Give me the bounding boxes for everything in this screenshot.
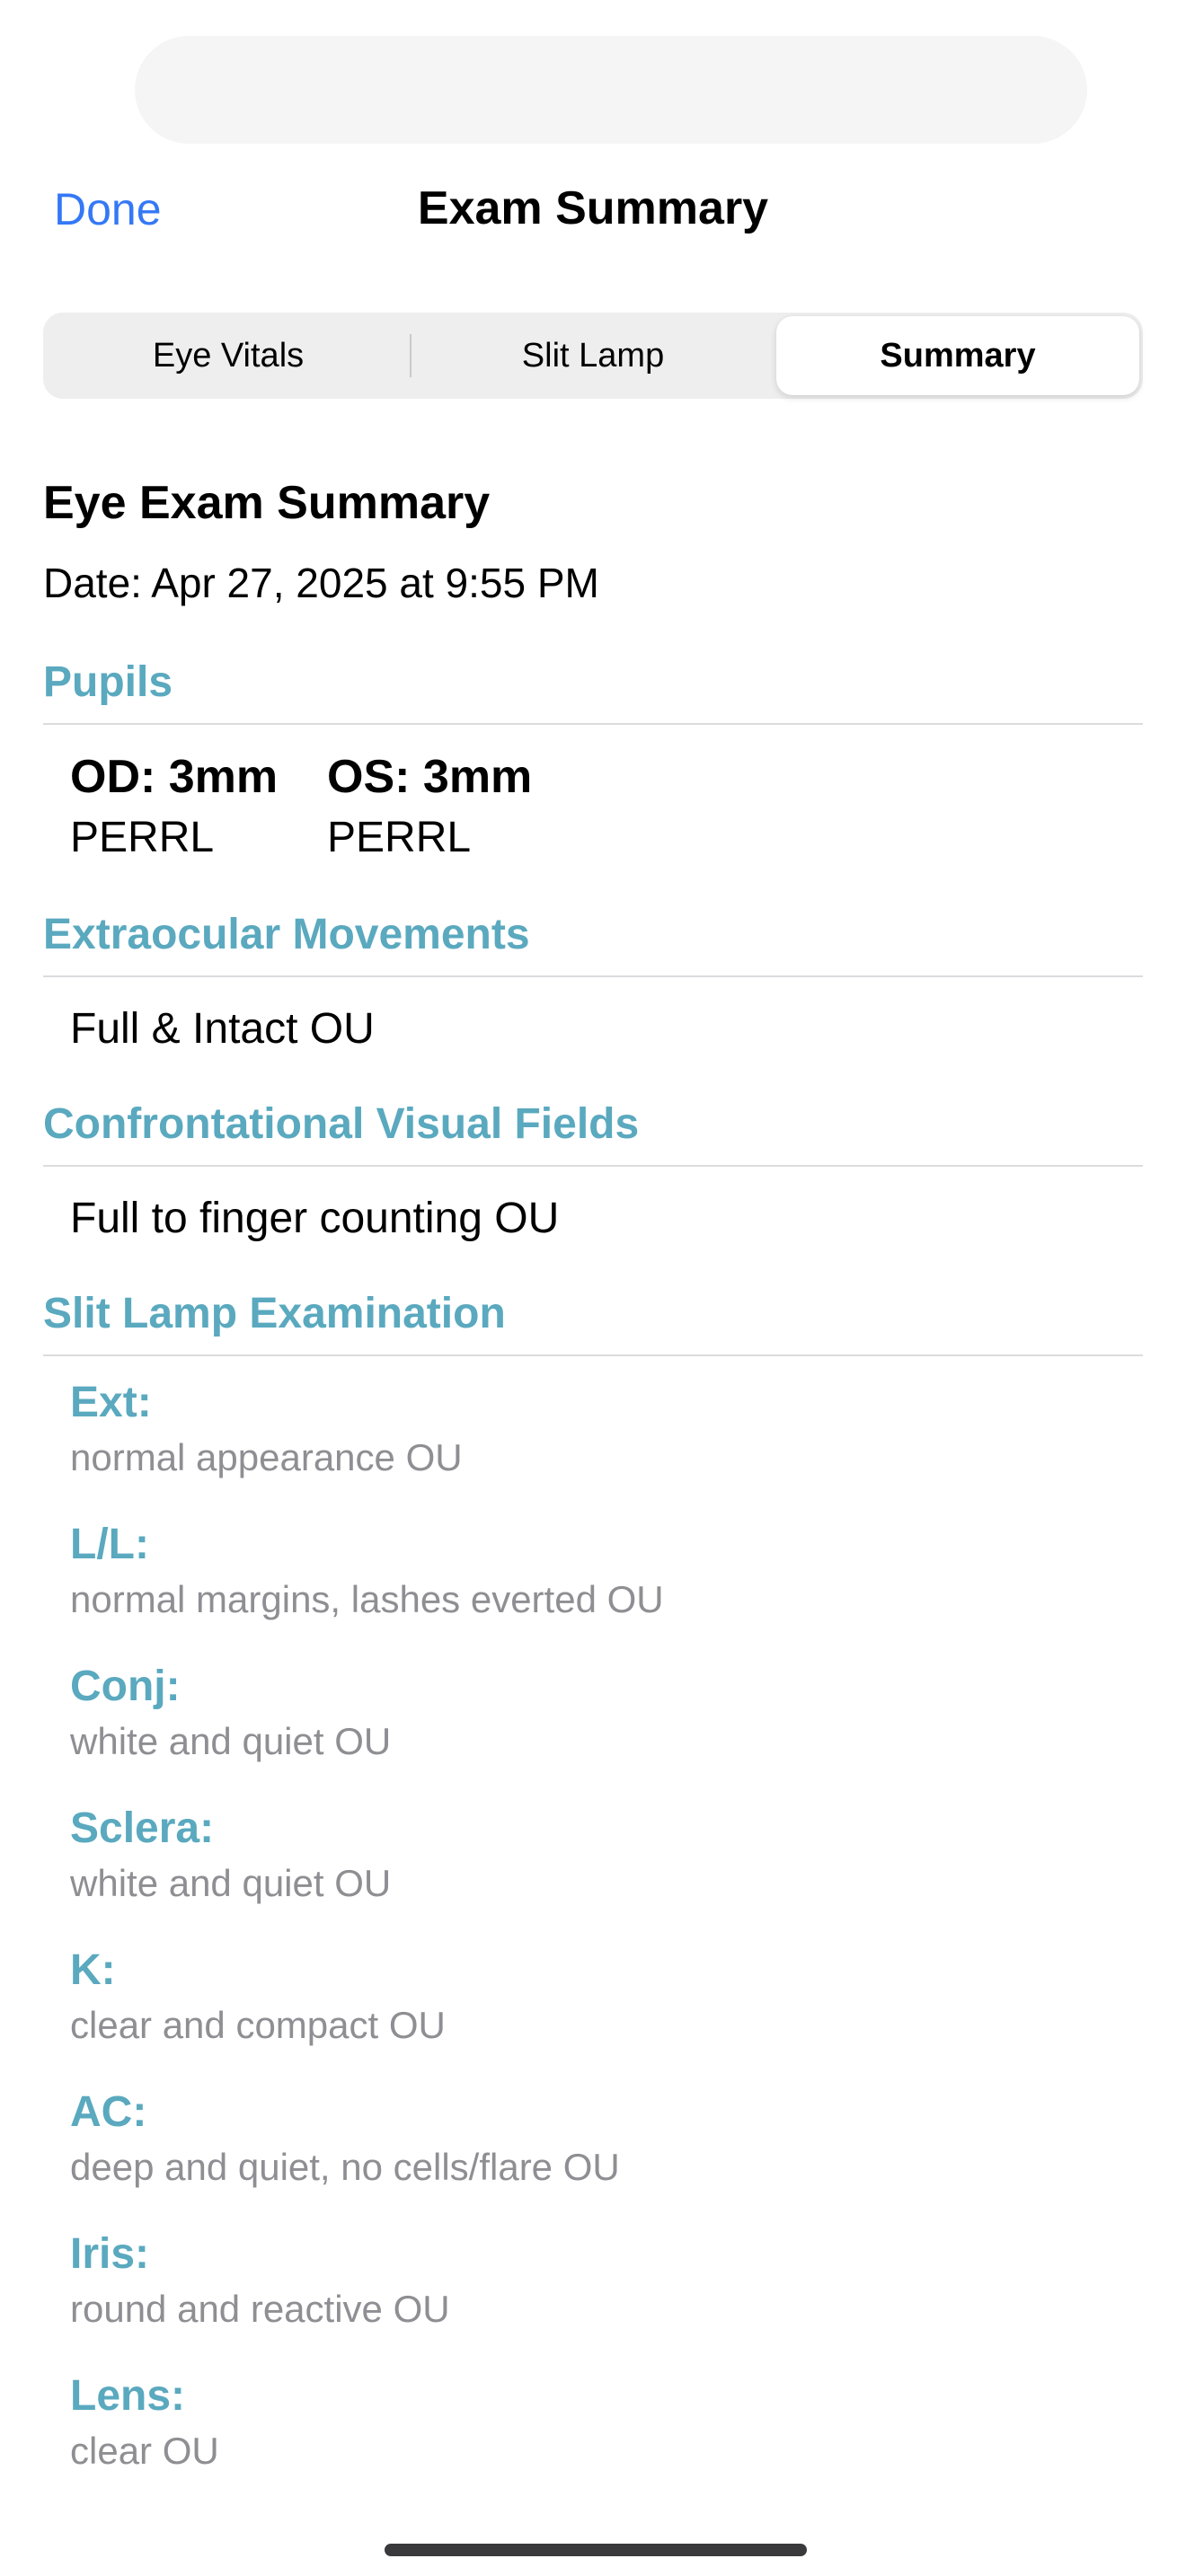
slit-label: Iris:	[70, 2230, 150, 2278]
slit-label: L/L:	[70, 1521, 149, 1568]
pupil-od: OD: 3mm PERRL	[70, 746, 327, 869]
slit-value: white and quiet OU	[70, 1720, 392, 1762]
slit-item-sclera: Sclera: white and quiet OU	[70, 1800, 1143, 1942]
slit-item-conj: Conj: white and quiet OU	[70, 1658, 1143, 1800]
tab-summary[interactable]: Summary	[776, 316, 1139, 395]
slit-value: normal margins, lashes everted OU	[70, 1578, 664, 1620]
summary-content: Eye Exam Summary Date: Apr 27, 2025 at 9…	[43, 476, 1143, 2510]
slit-label: Conj:	[70, 1663, 181, 1710]
slit-value: normal appearance OU	[70, 1436, 463, 1478]
section-header-pupils: Pupils	[43, 657, 1143, 725]
scroll-clip	[0, 2486, 1186, 2576]
extraocular-value: Full & Intact OU	[70, 1005, 375, 1053]
slit-item-ext: Ext: normal appearance OU	[70, 1374, 1143, 1516]
visual-fields-value: Full to finger counting OU	[70, 1195, 560, 1242]
segmented-control: Eye Vitals Slit Lamp Summary	[43, 313, 1143, 399]
slit-value: clear OU	[70, 2430, 219, 2472]
exam-summary-sheet: Done Exam Summary Eye Vitals Slit Lamp S…	[0, 0, 1186, 2576]
slit-item-lids-lashes: L/L: normal margins, lashes everted OU	[70, 1516, 1143, 1658]
slit-value: deep and quiet, no cells/flare OU	[70, 2146, 620, 2188]
slit-item-ac: AC: deep and quiet, no cells/flare OU	[70, 2084, 1143, 2226]
slit-label: AC:	[70, 2088, 147, 2136]
tab-eye-vitals[interactable]: Eye Vitals	[47, 316, 410, 395]
background-blur	[135, 36, 1087, 144]
slit-value: white and quiet OU	[70, 1862, 392, 1904]
slit-item-iris: Iris: round and reactive OU	[70, 2226, 1143, 2368]
navigation-bar: Done Exam Summary	[0, 171, 1186, 251]
pupil-od-note: PERRL	[70, 814, 215, 861]
slit-item-cornea: K: clear and compact OU	[70, 1942, 1143, 2084]
section-header-slit-lamp: Slit Lamp Examination	[43, 1289, 1143, 1356]
section-header-visual-fields: Confrontational Visual Fields	[43, 1099, 1143, 1167]
slit-value: round and reactive OU	[70, 2288, 450, 2330]
section-header-extraocular: Extraocular Movements	[43, 910, 1143, 977]
summary-title: Eye Exam Summary	[43, 477, 491, 529]
home-indicator[interactable]	[385, 2544, 807, 2556]
slit-label: Sclera:	[70, 1804, 215, 1852]
exam-date: Date: Apr 27, 2025 at 9:55 PM	[43, 560, 599, 606]
slit-value: clear and compact OU	[70, 2004, 446, 2046]
slit-label: K:	[70, 1946, 116, 1994]
tab-slit-lamp[interactable]: Slit Lamp	[412, 316, 774, 395]
pupil-os-size: OS: 3mm	[327, 751, 533, 803]
nav-title: Exam Summary	[417, 182, 769, 234]
pupil-os-note: PERRL	[327, 814, 472, 861]
slit-label: Ext:	[70, 1379, 152, 1426]
slit-label: Lens:	[70, 2372, 186, 2420]
pupil-os: OS: 3mm PERRL	[327, 746, 584, 869]
pupil-od-size: OD: 3mm	[70, 751, 279, 803]
slit-lamp-list: Ext: normal appearance OU L/L: normal ma…	[43, 1374, 1143, 2510]
pupils-grid: OD: 3mm PERRL OS: 3mm PERRL	[43, 746, 1143, 869]
